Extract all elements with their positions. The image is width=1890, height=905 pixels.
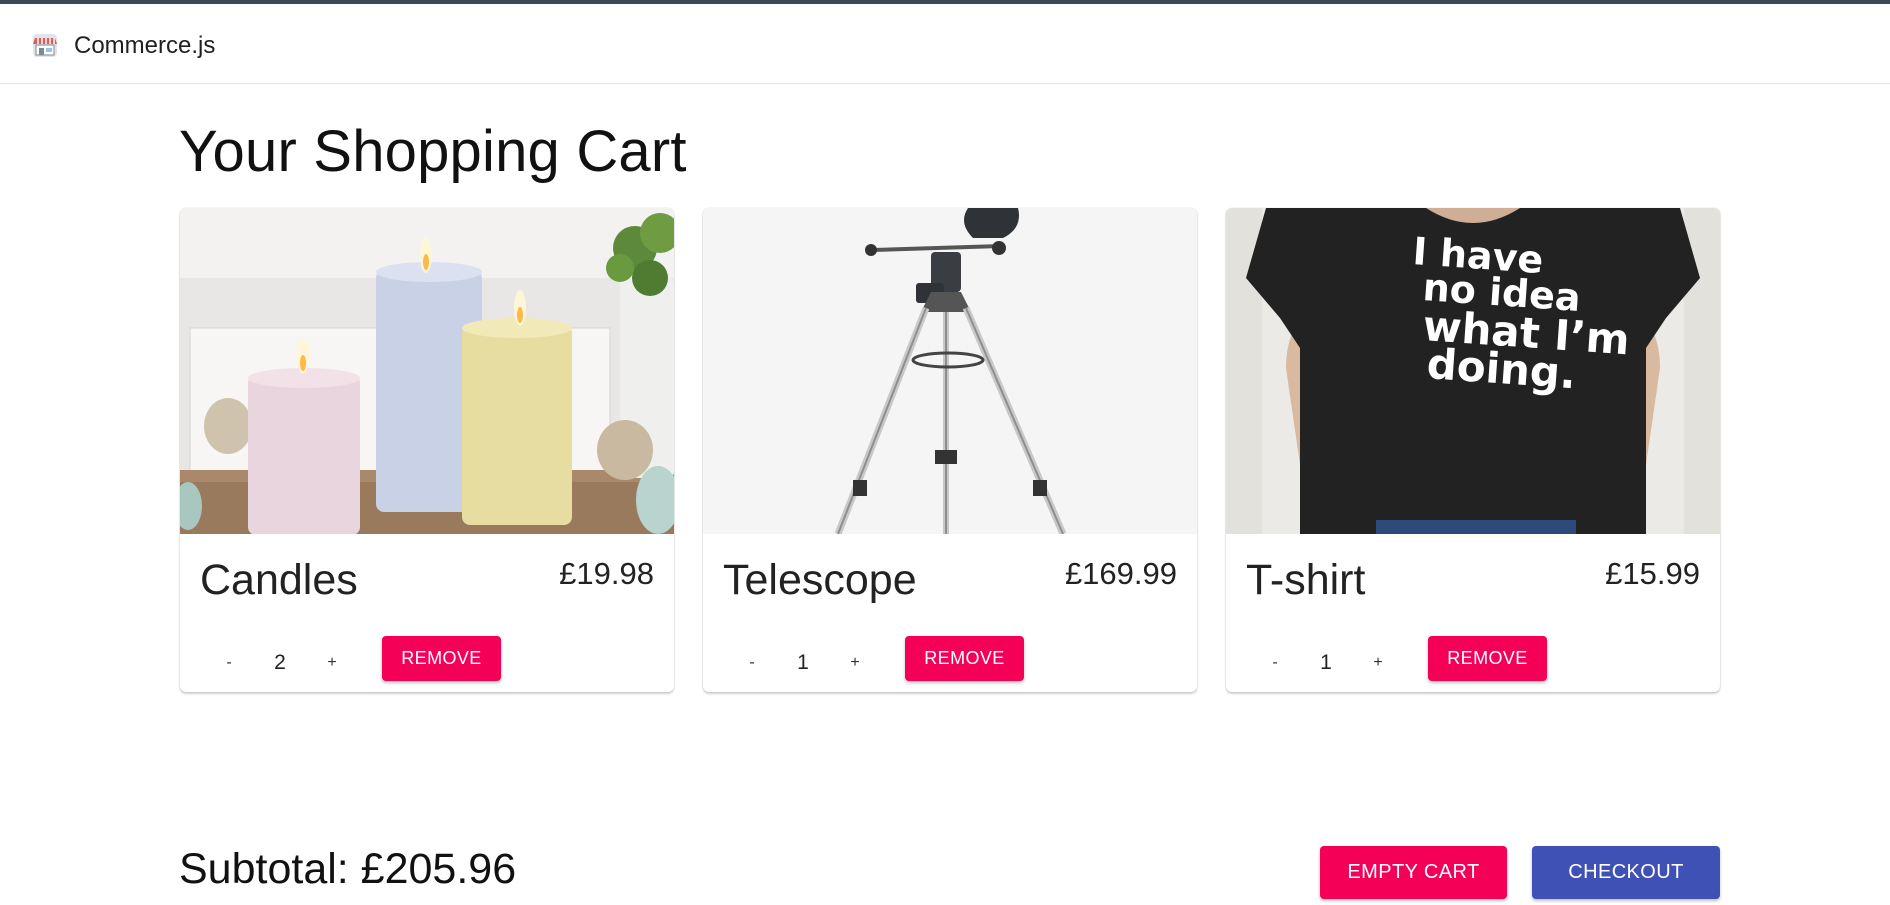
decrease-quantity-button[interactable]: - [214,648,244,678]
remove-item-button[interactable]: REMOVE [382,636,501,681]
shirt-print-line: doing. [1425,339,1577,398]
tshirt-image: I have no idea what I’m doing. [1226,208,1720,534]
cart-item-card: I have no idea what I’m doing. T-shirt £… [1226,208,1720,692]
quantity-value: 2 [274,651,286,674]
quantity-value: 1 [1320,651,1332,674]
telescope-picture [703,208,1197,534]
decrease-quantity-button[interactable]: - [1260,648,1290,678]
item-price: £169.99 [1064,556,1177,591]
tshirt-picture: I have no idea what I’m doing. [1226,208,1720,534]
empty-cart-button[interactable]: EMPTY CART [1320,846,1507,899]
telescope-image [703,208,1197,534]
remove-item-button[interactable]: REMOVE [905,636,1024,681]
item-name: T-shirt [1246,556,1366,604]
decrease-quantity-button[interactable]: - [737,648,767,678]
brand-name[interactable]: Commerce.js [74,32,215,60]
subtotal: Subtotal: £205.96 [179,845,517,893]
cart-item-card: Telescope £169.99 - 1 + REMOVE [703,208,1197,692]
increase-quantity-button[interactable]: + [840,648,870,678]
remove-item-button[interactable]: REMOVE [1428,636,1547,681]
page-title: Your Shopping Cart [179,119,687,184]
storefront-icon[interactable] [30,30,60,60]
item-name: Telescope [723,556,917,604]
increase-quantity-button[interactable]: + [317,648,347,678]
increase-quantity-button[interactable]: + [1363,648,1393,678]
candles-image [180,208,674,534]
checkout-button[interactable]: CHECKOUT [1532,846,1720,899]
item-price: £15.99 [1605,556,1700,591]
candles-picture [180,208,674,534]
cart-item-card: Candles £19.98 - 2 + REMOVE [180,208,674,692]
item-name: Candles [200,556,358,604]
quantity-value: 1 [797,651,809,674]
item-price: £19.98 [559,556,654,591]
app-bar: Commerce.js [0,4,1890,84]
